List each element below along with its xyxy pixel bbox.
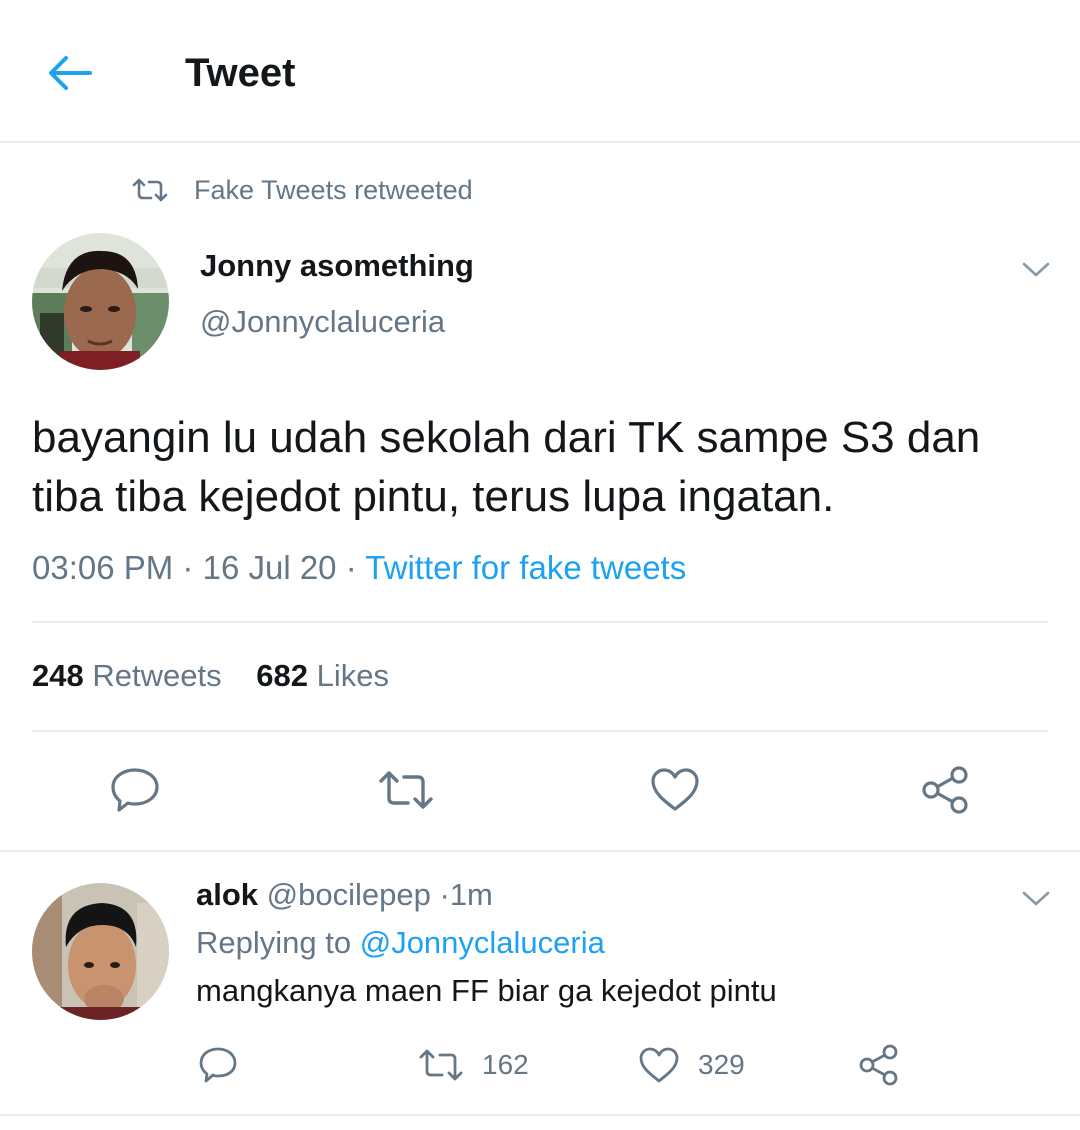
reply-button[interactable] [100,758,170,822]
top-bar: Tweet [0,0,1080,143]
tweet-time: 03:06 PM [32,549,174,586]
chevron-down-icon [1022,891,1050,906]
reply-options-button[interactable] [1016,884,1056,914]
tweet-date: 16 Jul 20 [202,549,337,586]
reply-author-avatar[interactable] [32,883,169,1020]
reply-like-button[interactable]: 329 [638,1040,745,1090]
arrow-left-icon [49,56,92,90]
bottom-divider [0,1114,1080,1116]
likes-count: 682 [256,658,308,693]
reply-reply-button[interactable] [198,1040,238,1090]
like-button[interactable] [640,758,710,822]
replying-to-handle[interactable]: @Jonnyclaluceria [360,925,605,960]
chevron-down-icon [1022,262,1050,277]
reply-retweet-button[interactable]: 162 [418,1040,529,1090]
replying-to: Replying to @Jonnyclaluceria [196,923,605,963]
meta-separator: · [345,549,357,586]
author-handle[interactable]: @Jonnyclaluceria [200,302,445,342]
reply-author-name[interactable]: alok [196,877,258,912]
likes-label: Likes [316,658,389,693]
tweet-text: bayangin lu udah sekolah dari TK sampe S… [32,413,981,521]
tweet-options-button[interactable] [1016,255,1056,285]
reply-icon [111,768,159,812]
retweet-icon [132,178,168,202]
reply-author-handle[interactable]: @bocilepep [267,877,431,912]
tweet-meta: 03:06 PM · 16 Jul 20 · Twitter for fake … [32,548,686,588]
author-name[interactable]: Jonny asomething [200,246,474,286]
back-button[interactable] [40,48,100,98]
divider [32,621,1048,623]
retweet-icon [379,771,433,809]
reply-like-count: 329 [698,1049,745,1080]
meta-separator: · [182,549,194,586]
reply-share-button[interactable] [858,1040,900,1090]
retweets-count: 248 [32,658,84,693]
heart-icon [651,768,699,811]
share-button[interactable] [910,758,980,822]
author-avatar[interactable] [32,233,169,370]
likes-stat[interactable]: 682 Likes [256,658,389,693]
retweet-icon [419,1049,463,1081]
section-divider [0,850,1080,852]
tweet-source-link[interactable]: Twitter for fake tweets [365,549,686,586]
share-icon [859,1044,898,1086]
retweet-context: Fake Tweets retweeted [132,170,473,210]
retweets-label: Retweets [92,658,222,693]
reply-separator: · [439,877,450,912]
page-title: Tweet [185,51,296,95]
reply-text: mangkanya maen FF biar ga kejedot pintu [196,973,777,1008]
share-icon [922,766,968,814]
reply-header: alok @bocilepep ·1m [196,875,493,915]
tweet-stats: 248 Retweets 682 Likes [32,656,389,696]
reply-age: 1m [449,877,493,912]
divider [32,730,1048,732]
heart-icon [639,1047,679,1083]
retweets-stat[interactable]: 248 Retweets [32,658,222,693]
reply-retweet-count: 162 [482,1049,529,1080]
reply-icon [199,1047,237,1083]
replying-to-prefix: Replying to [196,925,352,960]
retweet-context-label: Fake Tweets retweeted [194,174,473,205]
retweet-button[interactable] [371,758,441,822]
